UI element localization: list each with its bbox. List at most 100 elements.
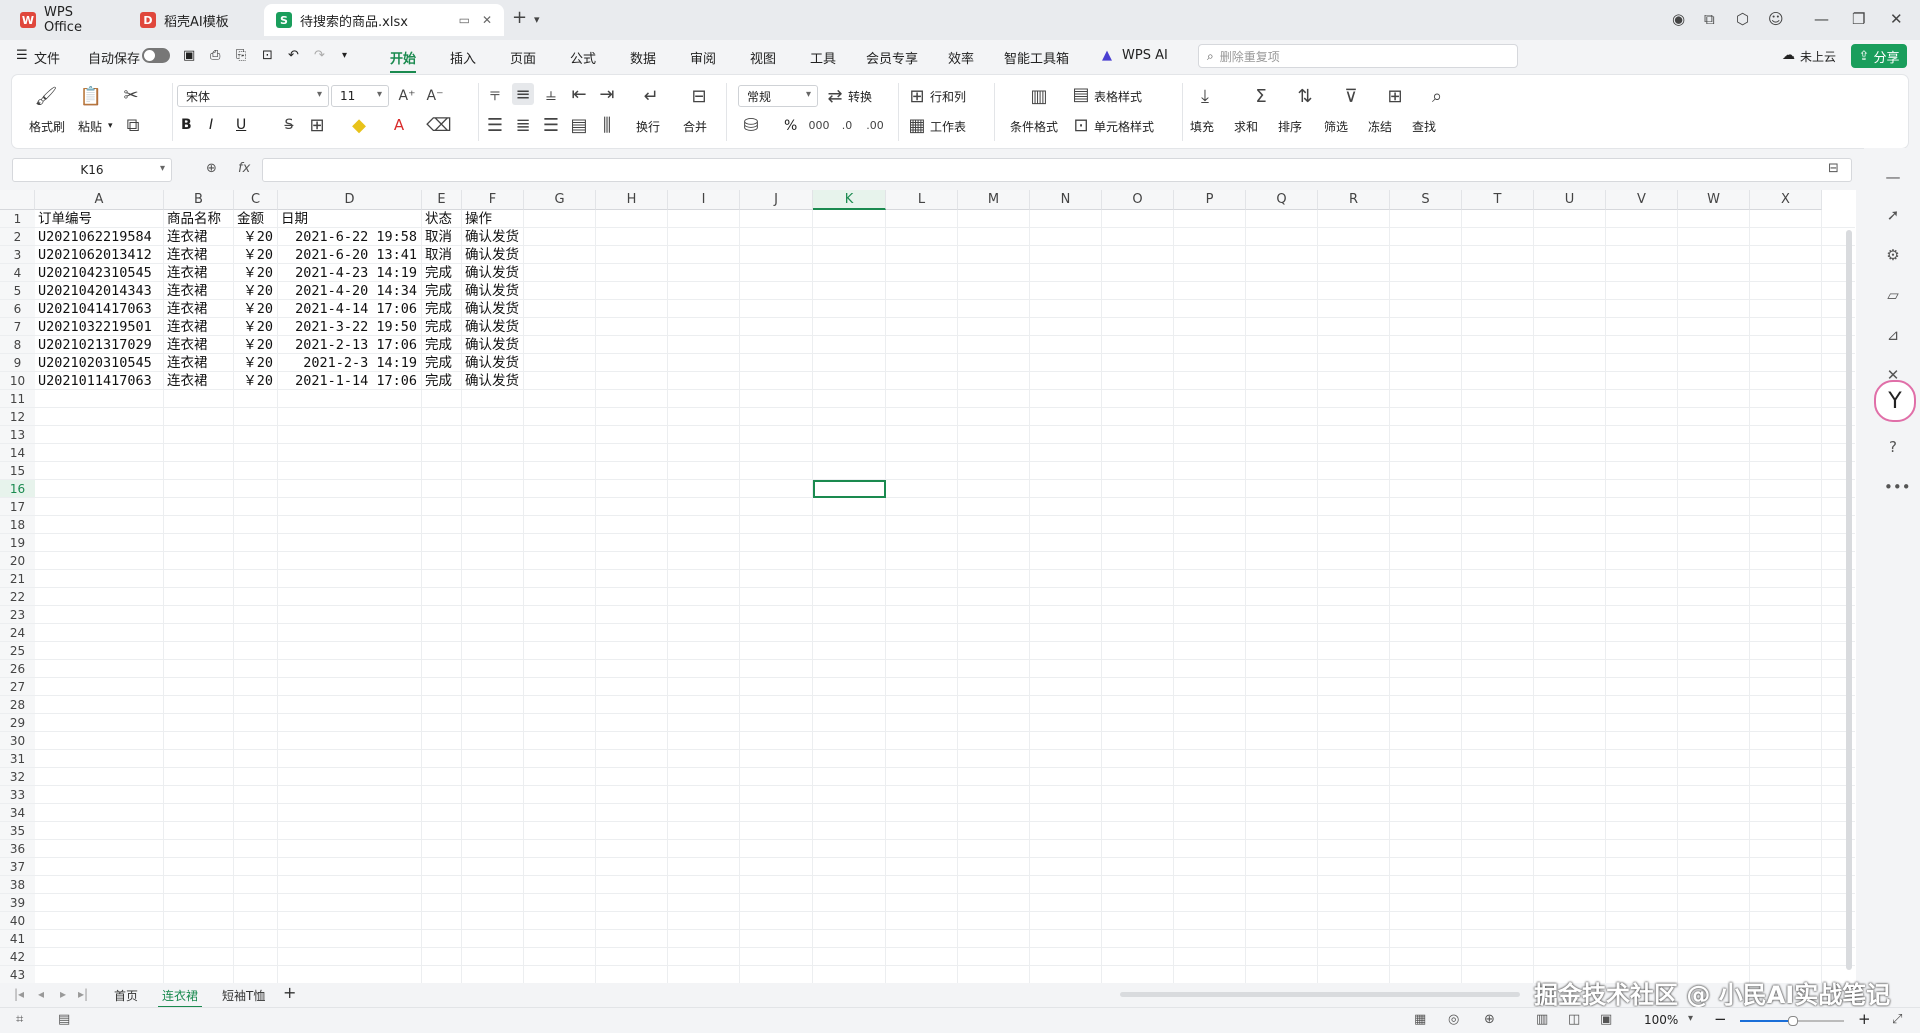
font-name-select[interactable]: 宋体 ▾ [177, 85, 329, 107]
column-header-d[interactable]: D [278, 190, 422, 210]
data-cell[interactable]: 确认发货 [465, 354, 519, 372]
zoom-slider[interactable] [1740, 1016, 1844, 1026]
find-button[interactable]: 查找 [1412, 118, 1436, 135]
data-cell[interactable]: 连衣裙 [167, 228, 229, 246]
autosave-toggle[interactable] [142, 48, 170, 63]
row-header-32[interactable]: 32 [0, 768, 35, 786]
column-header-c[interactable]: C [234, 190, 278, 210]
tab-page[interactable]: 页面 [510, 48, 536, 67]
tab-review[interactable]: 审阅 [690, 48, 716, 67]
row-header-40[interactable]: 40 [0, 912, 35, 930]
header-cell[interactable]: 日期 [281, 210, 417, 228]
page-break-icon[interactable]: ▣ [1600, 1012, 1612, 1027]
row-header-36[interactable]: 36 [0, 840, 35, 858]
data-cell[interactable]: 连衣裙 [167, 246, 229, 264]
increase-indent-icon[interactable]: ⇥ [596, 83, 618, 105]
horizontal-scrollbar[interactable] [1120, 992, 1520, 997]
row-header-26[interactable]: 26 [0, 660, 35, 678]
data-cell[interactable]: 确认发货 [465, 318, 519, 336]
increase-font-icon[interactable]: A⁺ [396, 85, 418, 107]
column-header-s[interactable]: S [1390, 190, 1462, 210]
row-header-28[interactable]: 28 [0, 696, 35, 714]
sort-button[interactable]: 排序 [1278, 118, 1302, 135]
wrap-icon[interactable]: ↵ [640, 85, 662, 107]
tab-daoke-ai-template[interactable]: D 稻壳AI模板 [128, 4, 258, 36]
decrease-indent-icon[interactable]: ⇤ [568, 83, 590, 105]
properties-icon[interactable]: ⚙ [1884, 246, 1902, 264]
paste-button[interactable]: 粘贴 [78, 118, 102, 135]
sheet-tab-tshirt[interactable]: 短袖T恤 [222, 987, 265, 1004]
tab-tools[interactable]: 工具 [810, 48, 836, 67]
prev-sheet-icon[interactable]: ◂ [38, 987, 44, 1001]
column-header-g[interactable]: G [524, 190, 596, 210]
fullscreen-icon[interactable]: ⤢ [1892, 1012, 1902, 1027]
data-cell[interactable]: ￥20 [237, 354, 273, 372]
data-cell[interactable]: 连衣裙 [167, 354, 229, 372]
notes-icon[interactable]: ▤ [58, 1012, 70, 1027]
spreadsheet-grid[interactable]: ABCDEFGHIJKLMNOPQRSTUVWX 1 2 3 4 5 6 7 8 9 10 11 12… [0, 190, 1856, 983]
header-cell[interactable]: 订单编号 [38, 210, 159, 228]
data-cell[interactable]: ￥20 [237, 282, 273, 300]
expand-formula-icon[interactable]: ⊟ [1828, 161, 1839, 176]
copy-icon[interactable]: ⧉ [122, 114, 144, 136]
rows-cols-icon[interactable]: ⊞ [906, 85, 928, 107]
undo-icon[interactable]: ↶ [288, 48, 299, 63]
data-cell[interactable]: ￥20 [237, 228, 273, 246]
cell-style-icon[interactable]: ⊡ [1070, 114, 1092, 136]
percent-button[interactable]: % [784, 118, 797, 134]
data-cell[interactable]: 2021-3-22 19:50 [281, 318, 417, 336]
table-style-button[interactable]: 表格样式 [1094, 88, 1142, 105]
data-cell[interactable]: ￥20 [237, 336, 273, 354]
sum-button[interactable]: 求和 [1234, 118, 1258, 135]
thousands-separator-icon[interactable]: 000 [808, 114, 830, 136]
row-header-38[interactable]: 38 [0, 876, 35, 894]
tab-list-chevron-icon[interactable]: ▾ [534, 13, 540, 26]
freeze-button[interactable]: 冻结 [1368, 118, 1392, 135]
sum-icon[interactable]: Σ [1250, 85, 1272, 107]
data-cell[interactable]: 完成 [425, 282, 457, 300]
tab-wps-ai[interactable]: WPS AI [1122, 48, 1168, 63]
align-top-icon[interactable]: ⫧ [484, 83, 506, 105]
column-header-k[interactable]: K [813, 190, 886, 210]
fill-color-icon[interactable]: ◆ [348, 114, 370, 136]
row-header-29[interactable]: 29 [0, 714, 35, 732]
column-header-h[interactable]: H [596, 190, 668, 210]
row-header-6[interactable]: 6 [0, 300, 35, 318]
row-header-1[interactable]: 1 [0, 210, 35, 228]
data-cell[interactable]: 2021-2-13 17:06 [281, 336, 417, 354]
add-sheet-button[interactable]: + [283, 983, 296, 1002]
fill-icon[interactable]: ⤓ [1194, 85, 1216, 107]
data-cell[interactable]: 2021-4-20 14:34 [281, 282, 417, 300]
zoom-level[interactable]: 100% [1644, 1013, 1678, 1027]
data-cell[interactable]: 2021-6-22 19:58 [281, 228, 417, 246]
header-cell[interactable]: 操作 [465, 210, 519, 228]
zoom-slider-thumb[interactable] [1788, 1016, 1798, 1026]
data-cell[interactable]: ￥20 [237, 246, 273, 264]
cell-style-button[interactable]: 单元格样式 [1094, 118, 1154, 135]
collapse-panel-icon[interactable]: — [1884, 168, 1902, 186]
insert-function-button[interactable]: fx [238, 161, 250, 176]
minimize-icon[interactable]: — [1814, 10, 1829, 28]
window-layout-icon[interactable]: ⧉ [1704, 10, 1715, 28]
first-sheet-icon[interactable]: |◂ [14, 987, 24, 1001]
tab-data[interactable]: 数据 [630, 48, 656, 67]
align-center-icon[interactable]: ≣ [512, 114, 534, 136]
data-cell[interactable]: 2021-4-14 17:06 [281, 300, 417, 318]
select-all-corner[interactable] [0, 190, 35, 210]
column-header-m[interactable]: M [958, 190, 1030, 210]
normal-view-icon[interactable]: ▥ [1536, 1012, 1548, 1027]
filter-icon[interactable]: ⊽ [1340, 85, 1362, 107]
tab-start[interactable]: 开始 [390, 48, 417, 73]
row-header-9[interactable]: 9 [0, 354, 35, 372]
name-box[interactable]: K16 ▾ [12, 158, 172, 182]
row-header-23[interactable]: 23 [0, 606, 35, 624]
share-button[interactable]: ⇪ 分享 [1851, 44, 1907, 68]
name-box-chevron-icon[interactable]: ▾ [160, 163, 165, 174]
cloud-icon[interactable]: ☁ [1782, 48, 1795, 63]
row-header-4[interactable]: 4 [0, 264, 35, 282]
number-format-select[interactable]: 常规 ▾ [738, 85, 818, 107]
currency-icon[interactable]: ⛁ [740, 114, 762, 136]
data-cell[interactable]: 完成 [425, 300, 457, 318]
row-header-12[interactable]: 12 [0, 408, 35, 426]
cut-icon[interactable]: ✂ [120, 84, 142, 106]
